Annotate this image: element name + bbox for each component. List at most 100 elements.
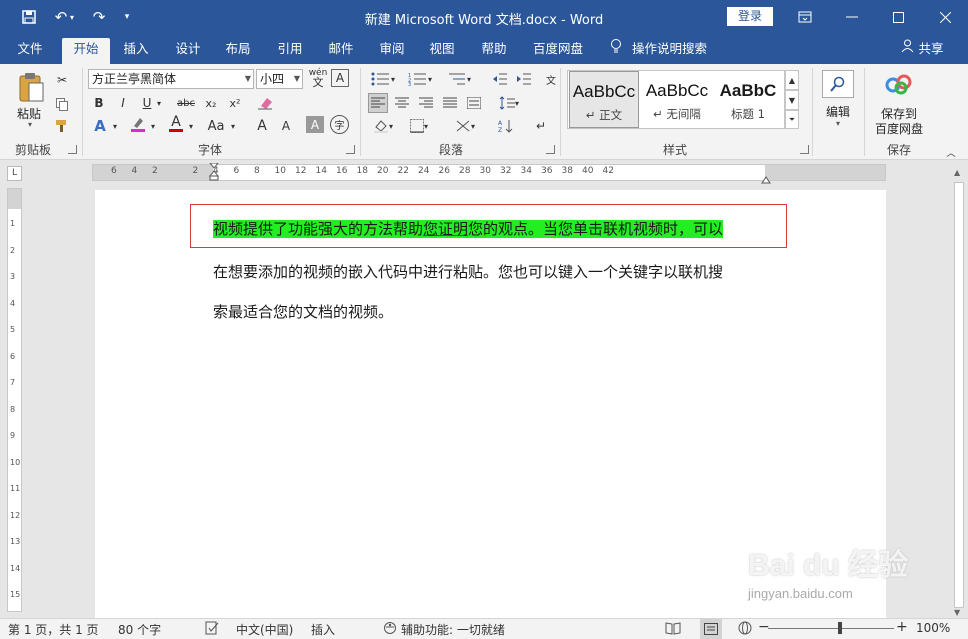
read-mode-icon[interactable] — [665, 621, 681, 638]
style-normal[interactable]: AaBbCc ↵ 正文 — [569, 71, 639, 128]
indent-marker-icon[interactable] — [208, 162, 220, 181]
font-size-combo[interactable]: 小四 ▼ — [256, 69, 303, 89]
superscript-button[interactable]: x² — [226, 93, 244, 113]
numbering-icon[interactable]: 1 2 3 ▾ — [405, 69, 435, 89]
subscript-button[interactable]: x₂ — [202, 93, 220, 113]
chevron-down-icon[interactable]: ▼ — [294, 70, 300, 88]
justify-icon[interactable] — [440, 93, 460, 113]
grow-font-button[interactable]: A — [252, 116, 272, 136]
tab-review[interactable]: 审阅 — [372, 38, 412, 64]
paste-icon[interactable] — [14, 70, 48, 106]
language-indicator[interactable]: 中文(中国) — [236, 621, 293, 638]
find-icon[interactable] — [822, 70, 854, 98]
tab-mailings[interactable]: 邮件 — [321, 38, 361, 64]
clipboard-dialog-launcher-icon[interactable] — [68, 145, 77, 154]
editing-dropdown-icon[interactable]: ▾ — [836, 119, 840, 128]
accessibility-status[interactable]: 辅助功能: 一切就绪 — [401, 621, 505, 638]
font-name-combo[interactable]: 方正兰亭黑简体 ▼ — [88, 69, 254, 89]
distributed-icon[interactable] — [464, 93, 484, 113]
document-line-3[interactable]: 索最适合您的文档的视频。 — [213, 301, 393, 322]
change-case-button[interactable]: Aa — [204, 116, 228, 136]
login-button[interactable]: 登录 — [727, 7, 773, 26]
right-indent-marker-icon[interactable] — [761, 173, 771, 184]
copy-icon[interactable] — [52, 94, 72, 114]
clear-formatting-icon[interactable] — [256, 93, 276, 113]
bold-button[interactable]: B — [90, 93, 108, 113]
minimize-button[interactable] — [829, 0, 875, 34]
multilevel-list-icon[interactable]: ▾ — [444, 69, 474, 89]
document-line-2[interactable]: 在想要添加的视频的嵌入代码中进行粘贴。您也可以键入一个关键字以联机搜 — [213, 261, 723, 282]
styles-more-icon[interactable]: ⏷ — [785, 110, 799, 129]
align-center-icon[interactable] — [392, 93, 412, 113]
vertical-ruler[interactable]: 12345678910111213141516 — [7, 188, 22, 626]
person-icon[interactable] — [898, 38, 916, 64]
cut-icon[interactable]: ✂ — [52, 70, 72, 90]
align-right-icon[interactable] — [416, 93, 436, 113]
tab-insert[interactable]: 插入 — [116, 38, 156, 64]
text-effects-dropdown-icon[interactable]: ▾ — [110, 116, 120, 136]
chevron-down-icon[interactable]: ▼ — [245, 70, 251, 88]
scrollbar-thumb[interactable] — [954, 182, 964, 608]
web-layout-icon[interactable] — [738, 621, 752, 638]
document-line-1[interactable]: 视频提供了功能强大的方法帮助您证明您的观点。当您单击联机视频时，可以 — [213, 218, 724, 239]
shading-icon[interactable]: ▾ — [368, 116, 398, 136]
text-effects-button[interactable]: A — [90, 116, 110, 136]
scroll-down-icon[interactable]: ▼ — [954, 608, 960, 617]
shrink-font-button[interactable]: A — [276, 116, 296, 136]
insert-mode[interactable]: 插入 — [311, 621, 335, 638]
tab-view[interactable]: 视图 — [422, 38, 462, 64]
collapse-ribbon-icon[interactable]: ︿ — [944, 142, 958, 162]
vertical-scrollbar[interactable]: ▲ ▼ — [950, 166, 968, 618]
close-button[interactable] — [922, 0, 968, 34]
zoom-in-button[interactable]: + — [896, 619, 908, 635]
undo-dropdown-icon[interactable]: ▾ — [66, 6, 78, 28]
tab-layout[interactable]: 布局 — [218, 38, 258, 64]
borders-icon[interactable]: ▾ — [404, 116, 434, 136]
sort-icon[interactable]: AZ — [496, 116, 516, 136]
increase-indent-icon[interactable] — [514, 69, 534, 89]
tab-baidu-netdisk[interactable]: 百度网盘 — [528, 38, 588, 64]
ribbon-display-options-icon[interactable] — [782, 0, 828, 34]
customize-toolbar-icon[interactable]: ▾ — [116, 6, 138, 28]
share-button[interactable]: 共享 — [916, 38, 946, 64]
font-color-dropdown-icon[interactable]: ▾ — [186, 116, 196, 136]
change-case-dropdown-icon[interactable]: ▾ — [228, 116, 238, 136]
font-dialog-launcher-icon[interactable] — [346, 145, 355, 154]
paste-dropdown-icon[interactable]: ▾ — [28, 120, 32, 129]
style-no-spacing[interactable]: AaBbCc ↵ 无间隔 — [642, 71, 712, 128]
styles-scroll-up-icon[interactable]: ▲ — [785, 70, 799, 90]
chinese-layout-icon[interactable]: 文 — [542, 69, 560, 89]
save-icon[interactable] — [18, 6, 40, 28]
enclose-characters-button[interactable]: 字 — [330, 115, 349, 134]
tab-references[interactable]: 引用 — [270, 38, 310, 64]
tab-selector[interactable]: L — [7, 166, 22, 181]
editing-button[interactable]: 编辑 — [826, 103, 850, 120]
character-shading-button[interactable]: A — [306, 116, 324, 133]
show-hide-marks-icon[interactable]: ↵ — [532, 116, 550, 136]
italic-button[interactable]: I — [114, 93, 132, 113]
phonetic-guide-icon[interactable]: wén 文 — [307, 68, 329, 89]
word-count[interactable]: 80 个字 — [118, 621, 161, 638]
decrease-indent-icon[interactable] — [490, 69, 510, 89]
character-border-icon[interactable]: A — [331, 69, 349, 87]
style-heading-1[interactable]: AaBbC 标题 1 — [713, 71, 783, 128]
zoom-slider-track[interactable] — [768, 628, 894, 629]
font-color-icon[interactable]: A — [166, 114, 186, 134]
tab-help[interactable]: 帮助 — [474, 38, 514, 64]
tab-home[interactable]: 开始 — [62, 38, 110, 64]
proofing-icon[interactable] — [205, 621, 219, 638]
asian-typography-icon[interactable]: ▾ — [450, 116, 480, 136]
tab-file[interactable]: 文件 — [10, 38, 50, 64]
scroll-up-icon[interactable]: ▲ — [954, 168, 960, 177]
save-to-label-2[interactable]: 百度网盘 — [875, 120, 923, 137]
page-count[interactable]: 第 1 页，共 1 页 — [8, 621, 99, 638]
styles-scroll-down-icon[interactable]: ▼ — [785, 90, 799, 110]
format-painter-icon[interactable] — [52, 116, 72, 136]
redo-icon[interactable]: ↷ — [88, 6, 110, 28]
zoom-level[interactable]: 100% — [916, 621, 950, 635]
zoom-slider-thumb[interactable] — [838, 622, 842, 634]
tell-me-search[interactable]: 操作说明搜索 — [632, 38, 712, 64]
strikethrough-button[interactable]: abc — [174, 93, 198, 113]
maximize-button[interactable] — [875, 0, 921, 34]
tab-design[interactable]: 设计 — [168, 38, 208, 64]
